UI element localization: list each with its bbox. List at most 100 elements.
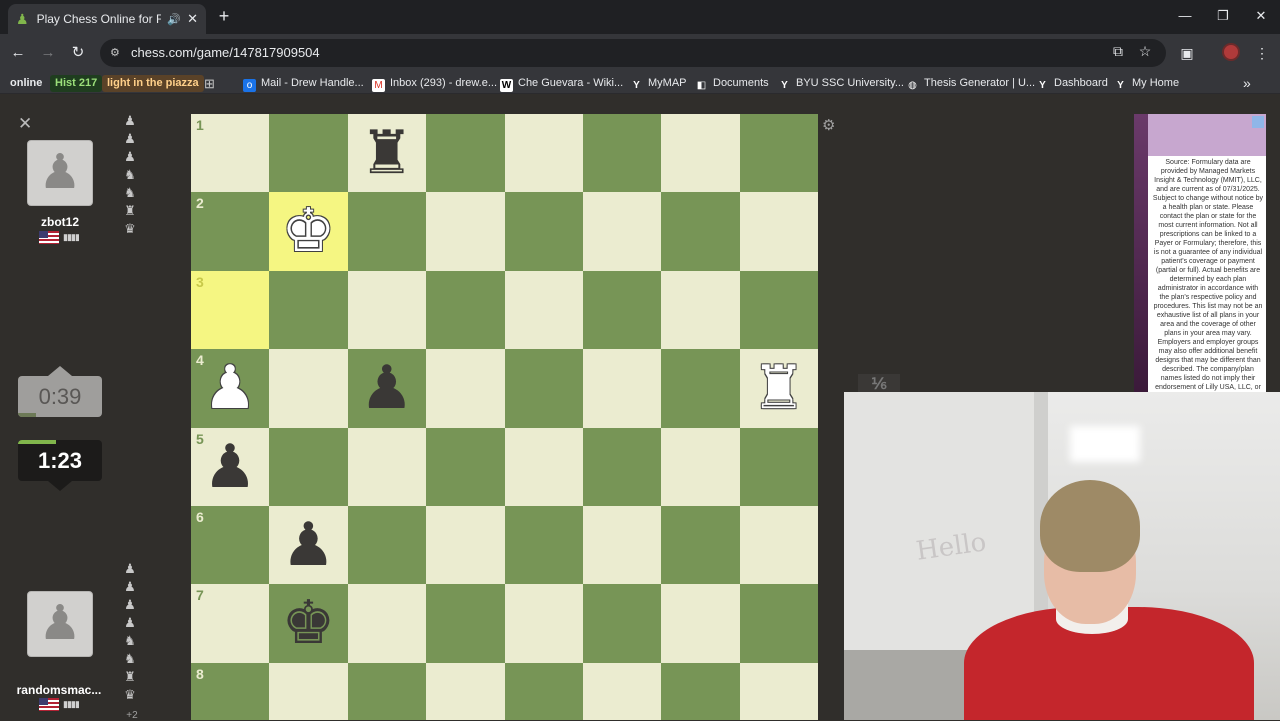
square-b5[interactable] xyxy=(269,427,348,506)
adchoices-icon[interactable] xyxy=(1252,116,1264,128)
black-pawn-icon[interactable]: ♟ xyxy=(348,349,426,427)
square-g2[interactable] xyxy=(661,192,740,271)
square-c7[interactable] xyxy=(347,584,427,663)
address-bar[interactable]: ⚙ chess.com/game/147817909504 xyxy=(100,39,1166,67)
square-g4[interactable] xyxy=(661,349,740,428)
square-g3[interactable] xyxy=(661,270,740,350)
square-b8[interactable] xyxy=(269,662,348,720)
square-d1[interactable] xyxy=(426,114,505,193)
chess-board[interactable]: 1 ♜ 2 ♚ 3 4 ♟ ♟ ♜ 5 ♟ 6 ♟ 7 ♚ 8 xyxy=(191,114,818,720)
install-app-icon[interactable]: ⧉ xyxy=(1108,43,1128,60)
square-g5[interactable] xyxy=(661,427,740,506)
square-b4[interactable] xyxy=(269,349,348,428)
square-d4[interactable] xyxy=(426,349,505,428)
bookmark-light-in-the-piazza[interactable]: light in the piazza xyxy=(102,75,204,92)
square-c3[interactable] xyxy=(347,270,427,350)
square-c4[interactable]: ♟ xyxy=(347,349,427,428)
square-a6[interactable]: 6 xyxy=(191,506,270,585)
black-rook-icon[interactable]: ♜ xyxy=(348,114,426,192)
square-b6[interactable]: ♟ xyxy=(269,506,348,585)
bookmark-hist-217[interactable]: Hist 217 xyxy=(50,75,103,92)
square-f2[interactable] xyxy=(583,192,662,271)
bookmark-documents[interactable]: ◧ Documents xyxy=(695,75,769,92)
profile-avatar[interactable] xyxy=(1222,43,1240,61)
bookmark-mail[interactable]: o Mail - Drew Handle... xyxy=(243,75,364,92)
square-a4[interactable]: 4 ♟ xyxy=(191,349,270,428)
close-window-icon[interactable]: ✕ xyxy=(1242,0,1280,34)
square-b1[interactable] xyxy=(269,114,348,193)
player-name-bottom[interactable]: randomsmac... xyxy=(6,683,112,697)
forward-icon[interactable]: → xyxy=(37,42,59,64)
close-icon[interactable]: ✕ xyxy=(18,114,32,134)
minimize-icon[interactable]: — xyxy=(1166,0,1204,34)
square-e4[interactable] xyxy=(504,349,583,428)
white-pawn-icon[interactable]: ♟ xyxy=(191,349,269,427)
square-d7[interactable] xyxy=(426,584,505,663)
square-b7[interactable]: ♚ xyxy=(269,584,348,663)
black-pawn-icon[interactable]: ♟ xyxy=(191,428,269,506)
bookmark-star-icon[interactable]: ☆ xyxy=(1135,43,1155,60)
black-king-icon[interactable]: ♚ xyxy=(269,584,347,662)
square-h4[interactable]: ♜ xyxy=(739,349,818,428)
square-g7[interactable] xyxy=(661,584,740,663)
square-c1[interactable]: ♜ xyxy=(347,114,427,193)
square-a2[interactable]: 2 xyxy=(191,192,270,271)
restore-icon[interactable]: ❐ xyxy=(1204,0,1242,34)
bookmark-dashboard[interactable]: Y Dashboard xyxy=(1036,75,1108,92)
avatar-top[interactable]: ♟ xyxy=(27,140,93,206)
square-d6[interactable] xyxy=(426,506,505,585)
player-name-top[interactable]: zbot12 xyxy=(10,215,110,229)
bookmark-inbox[interactable]: M Inbox (293) - drew.e... xyxy=(372,75,497,92)
tab-search-icon[interactable]: ▣ xyxy=(1177,43,1197,63)
square-g8[interactable] xyxy=(661,662,740,720)
square-e1[interactable] xyxy=(504,114,583,193)
square-f5[interactable] xyxy=(583,427,662,506)
square-h7[interactable] xyxy=(739,584,818,663)
square-d5[interactable] xyxy=(426,427,505,506)
bookmark-che-guevara[interactable]: W Che Guevara - Wiki... xyxy=(500,75,623,92)
bookmark-online[interactable]: online xyxy=(10,75,42,92)
square-a7[interactable]: 7 xyxy=(191,584,270,663)
square-f6[interactable] xyxy=(583,506,662,585)
back-icon[interactable]: ← xyxy=(7,42,29,64)
square-b3[interactable] xyxy=(269,270,348,350)
square-a3[interactable]: 3 xyxy=(191,270,270,350)
advertisement[interactable]: Source: Formulary data are provided by M… xyxy=(1134,114,1266,392)
board-settings-icon[interactable]: ⚙ xyxy=(822,116,835,134)
square-d3[interactable] xyxy=(426,270,505,350)
white-rook-icon[interactable]: ♜ xyxy=(740,349,818,427)
apps-grid-icon[interactable]: ⊞ xyxy=(204,75,215,92)
square-h2[interactable] xyxy=(739,192,818,271)
more-bookmarks-icon[interactable]: » xyxy=(1243,75,1251,92)
square-f1[interactable] xyxy=(583,114,662,193)
square-c8[interactable] xyxy=(347,662,427,720)
square-e8[interactable] xyxy=(504,662,583,720)
square-d2[interactable] xyxy=(426,192,505,271)
tab-active[interactable]: ♟ Play Chess Online for FREE 🔊 ✕ xyxy=(8,4,206,34)
square-h5[interactable] xyxy=(739,427,818,506)
square-a8[interactable]: 8 xyxy=(191,662,270,720)
black-pawn-icon[interactable]: ♟ xyxy=(269,506,347,584)
square-e2[interactable] xyxy=(504,192,583,271)
square-h1[interactable] xyxy=(739,114,818,193)
square-e5[interactable] xyxy=(504,427,583,506)
square-f3[interactable] xyxy=(583,270,662,350)
square-f7[interactable] xyxy=(583,584,662,663)
square-c5[interactable] xyxy=(347,427,427,506)
square-c2[interactable] xyxy=(347,192,427,271)
square-f4[interactable] xyxy=(583,349,662,428)
new-tab-button[interactable]: + xyxy=(212,5,236,29)
site-info-icon[interactable]: ⚙ xyxy=(110,39,120,67)
speaker-icon[interactable]: 🔊 xyxy=(167,13,181,26)
reload-icon[interactable]: ↻ xyxy=(67,42,89,64)
square-g1[interactable] xyxy=(661,114,740,193)
menu-icon[interactable]: ⋮ xyxy=(1252,43,1272,63)
square-h6[interactable] xyxy=(739,506,818,585)
square-d8[interactable] xyxy=(426,662,505,720)
square-h8[interactable] xyxy=(739,662,818,720)
bookmark-thesis-generator[interactable]: ◍ Thesis Generator | U... xyxy=(906,75,1035,92)
close-tab-icon[interactable]: ✕ xyxy=(187,11,198,27)
square-h3[interactable] xyxy=(739,270,818,350)
square-f8[interactable] xyxy=(583,662,662,720)
avatar-bottom[interactable]: ♟ xyxy=(27,591,93,657)
